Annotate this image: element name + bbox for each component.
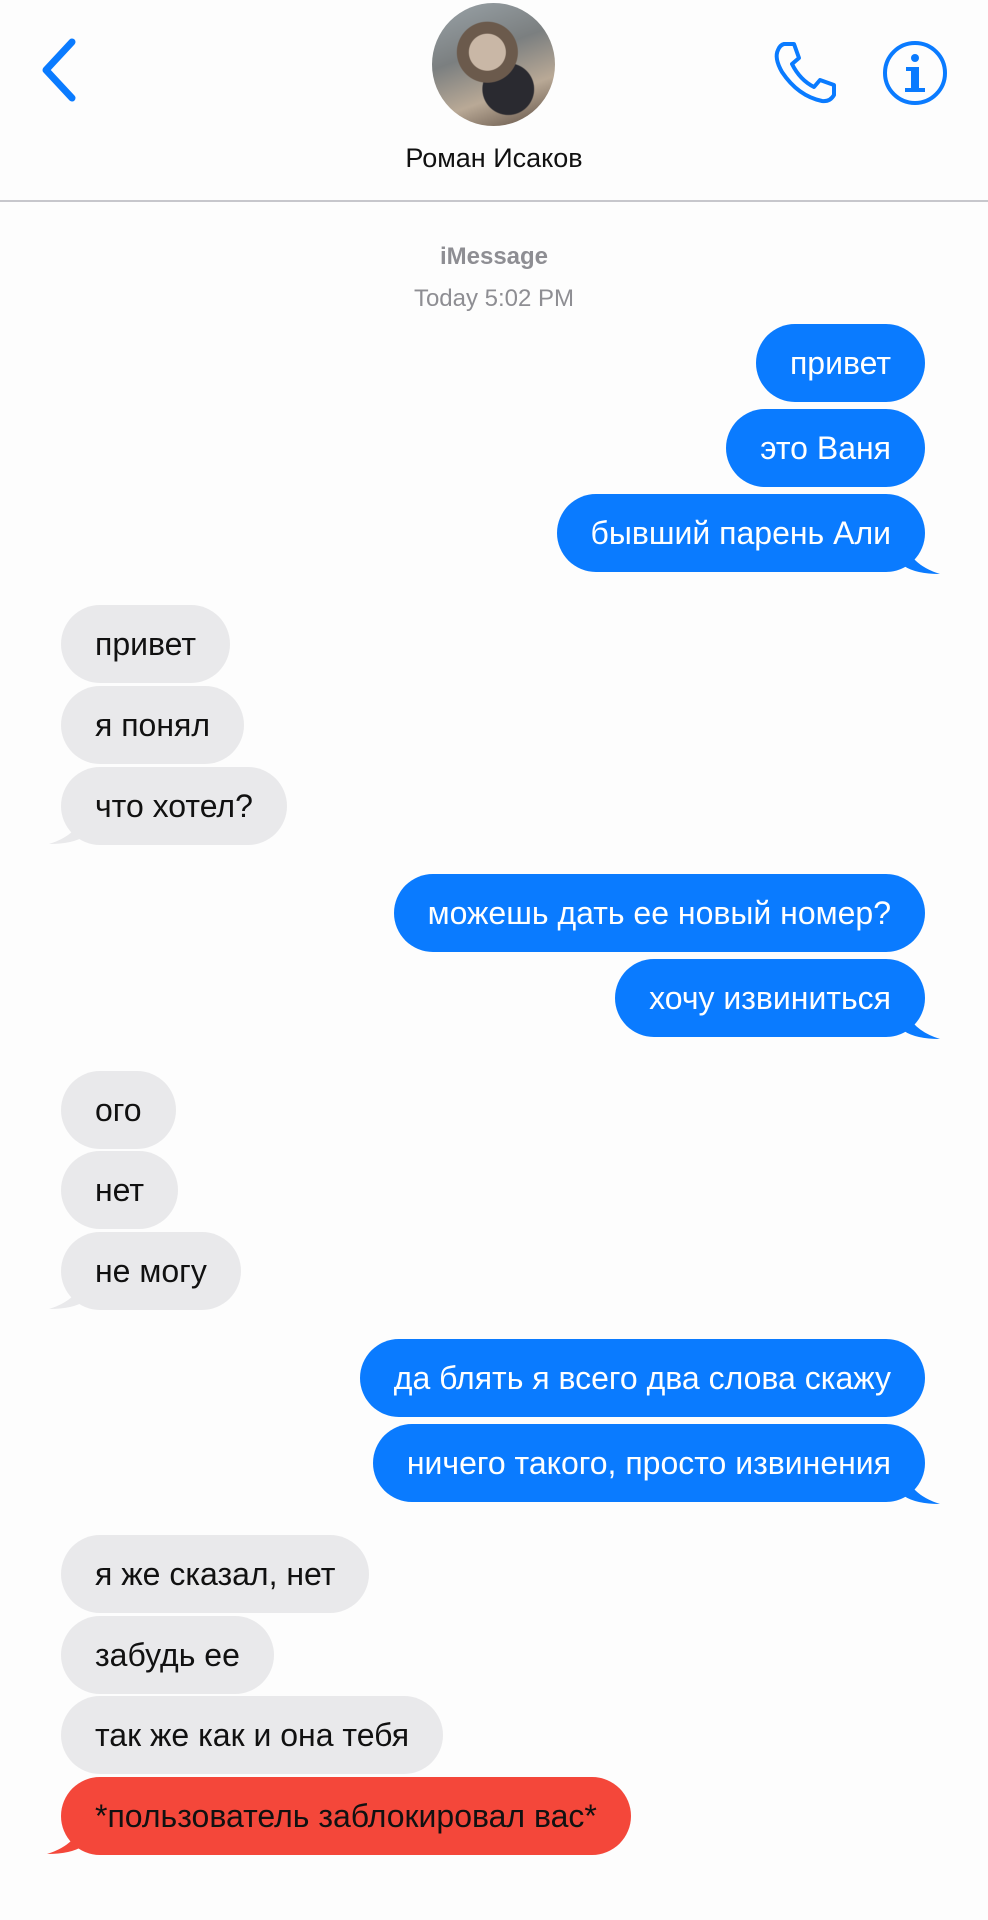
message-bubble-outgoing[interactable]: ничего такого, просто извинения <box>372 1424 925 1502</box>
service-label: iMessage <box>439 243 549 270</box>
contact-name[interactable]: Роман Исаков <box>0 143 988 174</box>
message-bubble-incoming[interactable]: нет <box>61 1151 179 1229</box>
message-bubble-incoming[interactable]: забудь ее <box>61 1616 274 1694</box>
bubble-tail-incoming <box>49 1273 85 1309</box>
info-button[interactable] <box>880 38 950 108</box>
blocked-notice-bubble: *пользователь заблокировал вас* <box>61 1777 631 1855</box>
phone-icon <box>774 42 836 104</box>
bubble-tail-incoming <box>49 808 85 844</box>
call-button[interactable] <box>770 38 840 108</box>
message-timestamp: Today 5:02 PM <box>413 285 575 312</box>
message-bubble-outgoing[interactable]: да блять я всего два слова скажу <box>359 1339 925 1417</box>
conversation-header: Роман Исаков <box>0 0 988 202</box>
message-bubble-incoming[interactable]: я понял <box>61 686 245 764</box>
message-bubble-incoming[interactable]: что хотел? <box>61 767 287 845</box>
bubble-tail-outgoing <box>904 538 940 574</box>
message-bubble-incoming[interactable]: так же как и она тебя <box>61 1696 444 1774</box>
message-bubble-incoming[interactable]: не могу <box>61 1232 241 1310</box>
bubble-tail-incoming <box>47 1818 83 1854</box>
contact-avatar[interactable] <box>432 3 555 126</box>
info-icon <box>883 41 947 105</box>
message-bubble-outgoing[interactable]: хочу извиниться <box>615 959 925 1037</box>
message-bubble-outgoing[interactable]: это Ваня <box>726 409 925 487</box>
back-button[interactable] <box>34 34 84 106</box>
bubble-tail-outgoing <box>904 1003 940 1039</box>
message-bubble-outgoing[interactable]: бывший парень Али <box>556 494 925 572</box>
message-bubble-incoming[interactable]: привет <box>61 605 231 683</box>
bubble-tail-outgoing <box>904 1468 940 1504</box>
chevron-left-icon <box>42 38 76 102</box>
message-bubble-incoming[interactable]: ого <box>61 1071 176 1149</box>
message-bubble-outgoing[interactable]: привет <box>755 324 925 402</box>
message-bubble-incoming[interactable]: я же сказал, нет <box>61 1535 370 1613</box>
message-bubble-outgoing[interactable]: можешь дать ее новый номер? <box>393 874 925 952</box>
